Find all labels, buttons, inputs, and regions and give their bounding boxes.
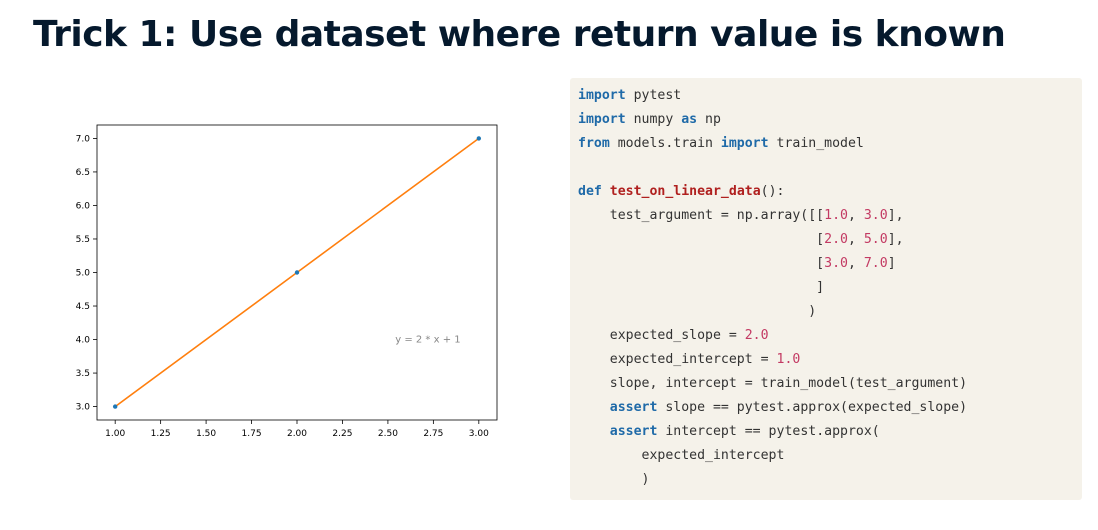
code-keyword: from: [578, 136, 610, 151]
code-token: pytest: [625, 88, 682, 103]
code-token: ]: [578, 280, 825, 295]
code-number: 1.0: [824, 208, 848, 223]
code-token: expected_intercept: [578, 448, 785, 463]
code-token: ],: [887, 208, 904, 223]
code-keyword: assert: [609, 400, 658, 415]
code-block: import pytest import numpy as np from mo…: [570, 78, 1082, 500]
code-token: [: [578, 256, 825, 271]
code-keyword: assert: [609, 424, 658, 439]
data-point: [476, 136, 482, 141]
code-number: 3.0: [863, 208, 888, 223]
code-token: expected_slope =: [578, 328, 745, 343]
code-number: 1.0: [776, 352, 801, 367]
data-point: [112, 404, 118, 409]
code-line: expected_slope = 2.0: [578, 328, 769, 343]
x-tick-label: 2.50: [378, 429, 398, 439]
y-tick-label: 5.0: [76, 269, 91, 279]
y-tick-label: 5.5: [76, 235, 90, 245]
data-point: [294, 270, 300, 275]
code-token: train_model: [768, 136, 864, 151]
code-number: 2.0: [824, 232, 848, 247]
code-line: from models.train import train_model: [578, 136, 864, 151]
code-line: import numpy as np: [578, 112, 721, 127]
y-tick-label: 3.0: [76, 403, 91, 413]
code-number: 5.0: [863, 232, 888, 247]
code-number: 2.0: [744, 328, 769, 343]
code-line: ]: [578, 280, 824, 295]
code-listing: import pytest import numpy as np from mo…: [578, 84, 1082, 492]
code-line: import pytest: [578, 88, 681, 103]
code-keyword: import: [578, 88, 626, 103]
y-tick-label: 3.5: [76, 369, 90, 379]
code-token: slope, intercept = train_model(test_argu…: [578, 376, 968, 391]
y-tick-label: 7.0: [76, 134, 91, 144]
code-token: expected_intercept =: [578, 352, 777, 367]
code-number: 7.0: [863, 256, 888, 271]
code-line: [2.0, 5.0],: [578, 232, 904, 247]
code-line: assert slope == pytest.approx(expected_s…: [578, 400, 967, 415]
code-function-name: test_on_linear_data: [609, 184, 761, 199]
code-line: assert intercept == pytest.approx(: [578, 424, 880, 439]
code-token: slope == pytest.approx(expected_slope): [657, 400, 968, 415]
code-line: ): [578, 472, 650, 487]
code-line: def test_on_linear_data():: [578, 184, 784, 199]
equation-annotation: y = 2 * x + 1: [395, 335, 460, 346]
x-tick-label: 2.25: [332, 429, 352, 439]
code-token: intercept == pytest.approx(: [657, 424, 880, 439]
code-keyword: import: [720, 136, 769, 151]
code-token: ): [578, 304, 817, 319]
y-tick-label: 6.0: [76, 201, 91, 211]
code-token: ():: [760, 184, 785, 199]
y-tick-label: 4.5: [76, 302, 90, 312]
code-keyword: import: [578, 112, 626, 127]
slide-title: Trick 1: Use dataset where return value …: [33, 14, 1006, 55]
code-token: ,: [847, 232, 864, 247]
x-tick-label: 2.75: [423, 429, 443, 439]
x-tick-label: 2.00: [287, 429, 307, 439]
code-keyword: def: [578, 184, 602, 199]
code-token: ): [578, 472, 650, 487]
code-token: ]: [887, 256, 896, 271]
x-tick-label: 3.00: [469, 429, 489, 439]
code-line: ): [578, 304, 816, 319]
code-token: [: [578, 232, 825, 247]
x-tick-label: 1.25: [151, 429, 171, 439]
code-line: slope, intercept = train_model(test_argu…: [578, 376, 967, 391]
x-tick-label: 1.75: [242, 429, 262, 439]
code-line: [3.0, 7.0]: [578, 256, 896, 271]
code-line: expected_intercept = 1.0: [578, 352, 801, 367]
code-keyword: as: [681, 112, 698, 127]
code-line: test_argument = np.array([[1.0, 3.0],: [578, 208, 904, 223]
line-chart: 1.00 1.25 1.50 1.75 2.00 2.25 2.50 2.75 3.00 3.0 3…: [55, 105, 505, 455]
y-tick-label: 6.5: [76, 168, 90, 178]
code-token: np: [697, 112, 721, 127]
code-token: numpy: [625, 112, 682, 127]
x-tick-label: 1.50: [196, 429, 216, 439]
x-tick-label: 1.00: [105, 429, 125, 439]
code-token: ,: [847, 208, 864, 223]
code-token: test_argument = np.array([[: [578, 208, 825, 223]
code-line: expected_intercept: [578, 448, 785, 463]
code-token: ,: [847, 256, 864, 271]
line-chart-svg: 1.00 1.25 1.50 1.75 2.00 2.25 2.50 2.75 3.00 3.0 3…: [76, 124, 498, 439]
code-number: 3.0: [824, 256, 848, 271]
code-token: models.train: [609, 136, 721, 151]
code-token: ],: [887, 232, 904, 247]
y-tick-label: 4.0: [76, 336, 91, 346]
